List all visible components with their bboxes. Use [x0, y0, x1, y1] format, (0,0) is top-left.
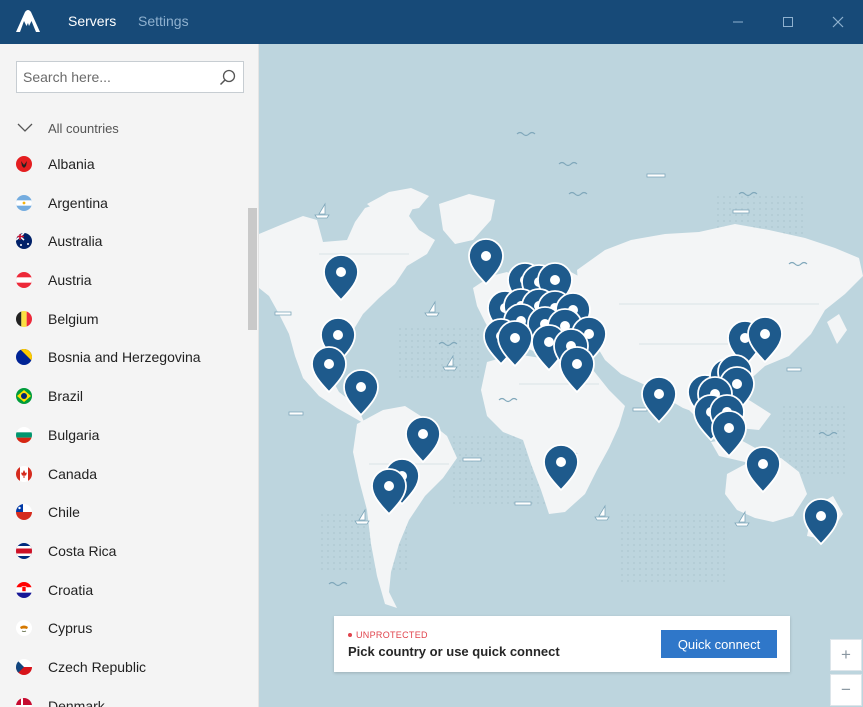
country-label: Brazil [48, 388, 84, 405]
country-label: Albania [48, 156, 95, 172]
server-pin-india[interactable] [641, 376, 677, 423]
country-item-czech-republic[interactable]: Czech Republic [0, 647, 245, 686]
country-label: Bulgaria [48, 426, 100, 443]
tab-settings[interactable]: Settings [138, 13, 189, 29]
country-label: Canada [48, 465, 98, 482]
bosnia-flag-icon [16, 349, 32, 366]
country-label: Chile [48, 504, 80, 521]
search-icon[interactable] [219, 69, 236, 86]
zoom-in-button[interactable]: + [830, 639, 862, 671]
status-message: Pick country or use quick connect [348, 644, 560, 659]
country-item-croatia[interactable]: Croatia [0, 570, 245, 609]
chevron-down-icon [17, 123, 33, 132]
country-item-cyprus[interactable]: Cyprus [0, 608, 245, 647]
albania-flag-icon [16, 156, 32, 172]
country-item-costa-rica[interactable]: Costa Rica [0, 531, 245, 570]
sidebar-scrollbar[interactable] [248, 208, 257, 330]
search-input[interactable] [23, 67, 213, 87]
title-bar: Servers Settings [0, 0, 863, 44]
country-label: Denmark [48, 697, 105, 707]
country-item-bosnia[interactable]: Bosnia and Herzegovina [0, 337, 245, 376]
country-list: Albania Argentina Australia Austria Belg… [0, 144, 245, 707]
all-countries-header[interactable]: All countries [0, 115, 245, 141]
belgium-flag-icon [16, 310, 32, 327]
bulgaria-flag-icon [16, 426, 32, 443]
cyprus-flag-icon [16, 620, 32, 637]
status-label: UNPROTECTED [356, 630, 428, 640]
argentina-flag-icon [16, 194, 32, 211]
country-label: Australia [48, 233, 103, 250]
country-label: Bosnia and Herzegovina [48, 349, 201, 366]
world-map[interactable] [259, 44, 863, 707]
all-countries-label: All countries [48, 121, 119, 136]
chile-flag-icon [16, 504, 32, 521]
country-item-austria[interactable]: Austria [0, 260, 245, 299]
country-item-chile[interactable]: Chile [0, 492, 245, 531]
canada-flag-icon [16, 465, 32, 482]
country-label: Argentina [48, 194, 108, 211]
sidebar: All countries Albania Argentina Australi… [0, 44, 259, 707]
connection-status-card: UNPROTECTED Pick country or use quick co… [334, 616, 790, 672]
status-dot [348, 633, 352, 637]
tab-servers[interactable]: Servers [68, 13, 116, 29]
country-label: Belgium [48, 310, 99, 327]
croatia-flag-icon [16, 581, 32, 598]
search-box [16, 61, 244, 93]
minimize-icon[interactable] [724, 8, 752, 36]
country-label: Czech Republic [48, 658, 147, 675]
country-item-albania[interactable]: Albania [0, 144, 245, 183]
country-item-bulgaria[interactable]: Bulgaria [0, 415, 245, 454]
country-item-canada[interactable]: Canada [0, 454, 245, 493]
world-map-canvas [259, 131, 863, 608]
country-label: Costa Rica [48, 542, 117, 559]
close-icon[interactable] [824, 8, 852, 36]
zoom-out-button[interactable]: − [830, 674, 862, 706]
country-item-belgium[interactable]: Belgium [0, 299, 245, 338]
maximize-icon[interactable] [774, 8, 802, 36]
app-logo-icon [16, 10, 40, 32]
country-item-australia[interactable]: Australia [0, 221, 245, 260]
czech-flag-icon [16, 658, 32, 675]
country-item-argentina[interactable]: Argentina [0, 183, 245, 222]
country-item-brazil[interactable]: Brazil [0, 376, 245, 415]
denmark-flag-icon [16, 697, 32, 707]
costa-rica-flag-icon [16, 542, 32, 559]
austria-flag-icon [16, 272, 32, 289]
australia-flag-icon [16, 233, 32, 250]
country-label: Croatia [48, 581, 94, 598]
country-label: Cyprus [48, 620, 93, 637]
server-pin-new-zealand[interactable] [803, 498, 839, 545]
quick-connect-button[interactable]: Quick connect [661, 630, 777, 658]
country-label: Austria [48, 272, 92, 289]
country-item-denmark[interactable]: Denmark [0, 686, 245, 707]
brazil-flag-icon [16, 388, 32, 405]
